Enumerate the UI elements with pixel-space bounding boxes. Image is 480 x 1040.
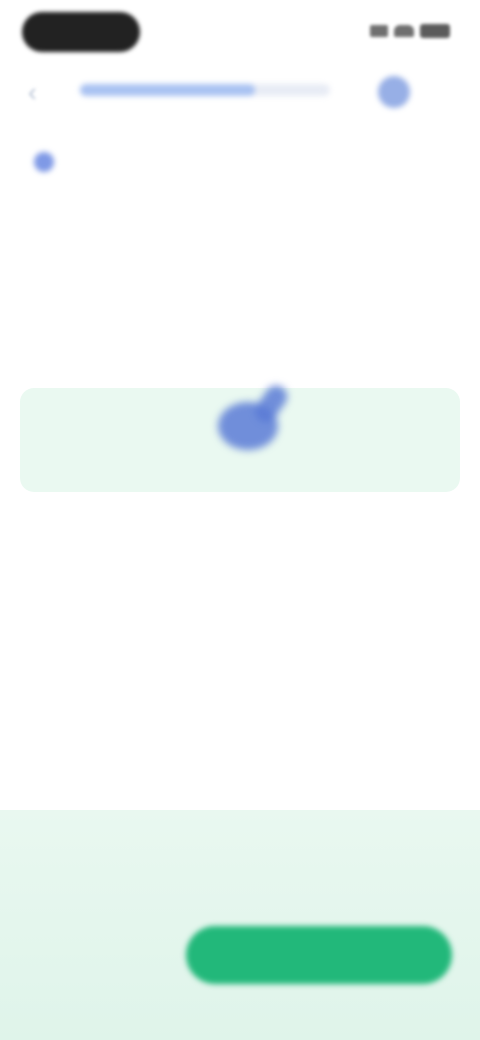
continue-button[interactable] (186, 926, 452, 984)
status-icons (360, 22, 450, 40)
answer-option-4[interactable] (20, 600, 460, 676)
question-tag (34, 148, 62, 176)
answer-options (20, 296, 460, 692)
heart-icon (378, 76, 410, 108)
answer-option-3[interactable] (20, 508, 460, 584)
answer-option-label (20, 508, 460, 548)
lesson-header: ‹ (0, 62, 480, 122)
battery-icon (420, 24, 450, 38)
answer-option-label (20, 296, 460, 336)
quiz-screen: ‹ (0, 0, 480, 1040)
tap-pointer-icon (218, 385, 288, 450)
answer-option-1[interactable] (20, 296, 460, 372)
answer-option-label (20, 600, 460, 640)
wifi-icon (394, 25, 414, 37)
report-button[interactable] (46, 942, 156, 982)
signal-icon (370, 25, 388, 37)
hearts-indicator[interactable] (378, 74, 462, 110)
lesson-progress-fill (80, 84, 255, 96)
lesson-progress-bar (80, 84, 330, 96)
result-panel (0, 810, 480, 1040)
sparkle-icon (34, 152, 54, 172)
chevron-left-icon[interactable]: ‹ (28, 78, 56, 106)
status-time (22, 12, 140, 52)
status-bar (0, 0, 480, 62)
